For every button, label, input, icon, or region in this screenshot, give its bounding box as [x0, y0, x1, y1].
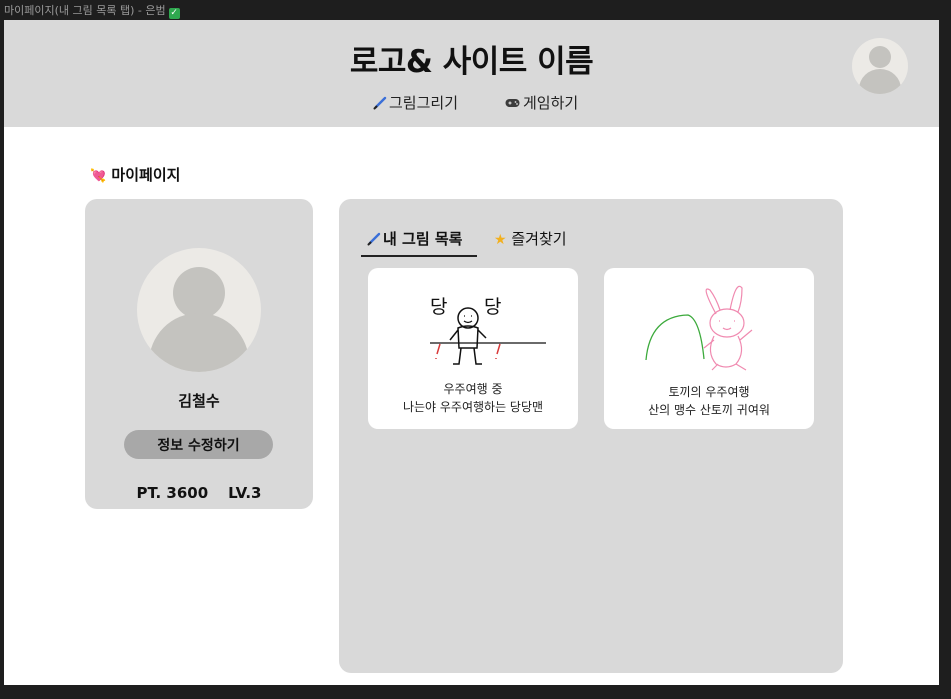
drawing-thumbnail — [645, 285, 753, 371]
avatar-head-shape — [173, 267, 225, 319]
nav-draw-label: 그림그리기 — [389, 94, 459, 112]
level-value: LV.3 — [228, 484, 262, 502]
avatar-body-shape — [149, 313, 249, 372]
drawing-card[interactable]: 토끼의 우주여행 산의 맹수 산토끼 귀여워 — [604, 268, 814, 429]
tab-favorites[interactable]: ★ 즐겨찾기 — [494, 228, 567, 255]
profile-avatar — [137, 248, 261, 372]
drawing-card[interactable]: 당 당 우주여행 중 나는야 우주여행하는 당당맨 — [368, 268, 578, 429]
drawing-title: 토끼의 우주여행 — [668, 385, 750, 399]
nav-draw-link[interactable]: 그림그리기 — [373, 92, 458, 113]
browser-viewport: 로고& 사이트 이름 그림그리기 게임하기 💘 마이페이지 김철수 정보 수정하… — [4, 20, 939, 685]
heart-with-arrow-icon: 💘 — [90, 169, 107, 184]
nav-game-link[interactable]: 게임하기 — [504, 92, 578, 113]
drawing-caption: 토끼의 우주여행 산의 맹수 산토끼 귀여워 — [604, 383, 814, 419]
tab-my-drawings-label: 내 그림 목록 — [383, 230, 463, 248]
nav-game-label: 게임하기 — [523, 94, 579, 112]
profile-stats: PT. 3600 LV.3 — [85, 484, 313, 502]
drawing-description: 산의 맹수 산토끼 귀여워 — [648, 403, 770, 417]
window-title: 마이페이지(내 그림 목록 탭) - 은범 — [4, 4, 166, 17]
tab-favorites-label: 즐겨찾기 — [511, 230, 567, 248]
doodle-text: 당 — [484, 296, 501, 318]
drawing-description: 나는야 우주여행하는 당당맨 — [402, 400, 544, 414]
site-header: 로고& 사이트 이름 그림그리기 게임하기 — [4, 20, 939, 127]
drawing-title: 우주여행 중 — [443, 382, 503, 396]
avatar-body-shape — [859, 69, 901, 94]
doodle-text: 당 — [430, 296, 447, 318]
window-titlebar: 마이페이지(내 그림 목록 탭) - 은범 ✓ — [0, 0, 951, 20]
profile-card: 김철수 정보 수정하기 PT. 3600 LV.3 — [85, 199, 313, 509]
star-icon: ★ — [494, 232, 507, 248]
paintbrush-icon — [367, 232, 381, 246]
drawing-thumbnail: 당 당 — [430, 296, 546, 365]
edit-profile-button[interactable]: 정보 수정하기 — [124, 430, 273, 459]
avatar-head-shape — [869, 46, 891, 68]
user-avatar-icon[interactable] — [852, 38, 908, 94]
points-value: PT. 3600 — [136, 484, 209, 502]
drawing-caption: 우주여행 중 나는야 우주여행하는 당당맨 — [368, 380, 578, 416]
page-title-label: 마이페이지 — [111, 166, 181, 184]
page-title: 💘 마이페이지 — [90, 164, 180, 185]
profile-username: 김철수 — [178, 392, 220, 410]
check-mark-icon: ✓ — [168, 8, 180, 19]
tab-my-drawings[interactable]: 내 그림 목록 — [361, 228, 477, 257]
site-logo-title[interactable]: 로고& 사이트 이름 — [4, 36, 939, 81]
drawings-panel: 내 그림 목록 ★ 즐겨찾기 당 당 우주여행 중 나는야 우주여행하는 당당맨 — [339, 199, 843, 673]
gamepad-icon — [505, 99, 520, 107]
paintbrush-icon — [373, 96, 387, 110]
